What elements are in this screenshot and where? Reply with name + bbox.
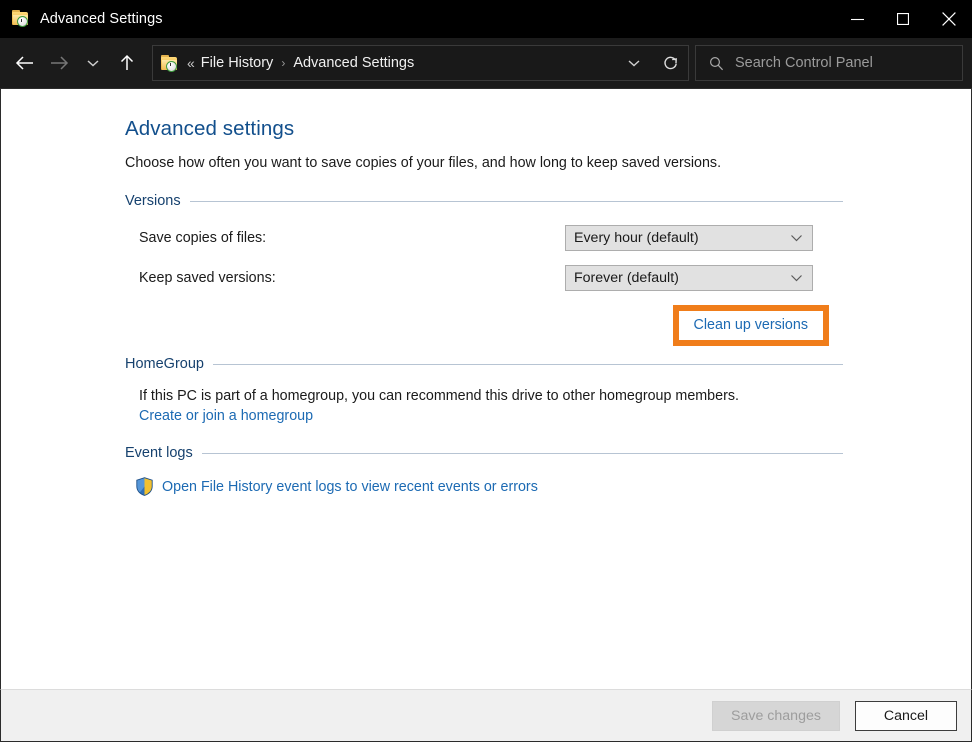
group-header-homegroup: HomeGroup — [125, 356, 843, 372]
back-button[interactable] — [8, 46, 42, 80]
group-label-versions: Versions — [125, 193, 181, 209]
breadcrumb-item-advanced-settings[interactable]: Advanced Settings — [293, 55, 414, 71]
group-rule — [201, 452, 843, 454]
maximize-button[interactable] — [880, 0, 926, 38]
setting-row-keep-saved-versions: Keep saved versions: Forever (default) — [125, 265, 829, 291]
up-button[interactable] — [110, 46, 144, 80]
advanced-settings-window: Advanced Settings « File History › Advan… — [0, 0, 972, 742]
window-title: Advanced Settings — [40, 11, 163, 27]
label-save-copies-of-files: Save copies of files: — [139, 230, 267, 246]
footer-button-bar: Save changes Cancel — [0, 689, 972, 742]
breadcrumb[interactable]: « File History › Advanced Settings — [152, 45, 689, 81]
cancel-button[interactable]: Cancel — [855, 700, 957, 731]
file-history-folder-icon — [160, 54, 178, 72]
setting-row-save-copies: Save copies of files: Every hour (defaul… — [125, 225, 829, 251]
breadcrumb-item-file-history[interactable]: File History — [201, 55, 274, 71]
open-file-history-event-logs-link[interactable]: Open File History event logs to view rec… — [162, 479, 538, 495]
chevron-down-icon[interactable] — [616, 46, 652, 80]
group-label-event-logs: Event logs — [125, 445, 193, 461]
group-header-event-logs: Event logs — [125, 445, 843, 461]
highlight-box-clean-up-versions: Clean up versions — [672, 305, 829, 346]
uac-shield-icon — [136, 477, 153, 496]
group-rule — [189, 200, 843, 202]
chevron-down-icon — [790, 234, 803, 243]
label-keep-saved-versions: Keep saved versions: — [139, 270, 276, 286]
address-bar: « File History › Advanced Settings Searc… — [0, 38, 972, 89]
search-input[interactable]: Search Control Panel — [695, 45, 963, 81]
chevron-right-icon[interactable]: › — [281, 56, 285, 70]
minimize-button[interactable] — [834, 0, 880, 38]
event-logs-row: Open File History event logs to view rec… — [125, 477, 971, 496]
file-history-folder-icon — [11, 10, 31, 28]
close-button[interactable] — [926, 0, 972, 38]
cleanup-versions-row: Clean up versions — [125, 305, 829, 346]
combo-keep-saved-versions[interactable]: Forever (default) — [565, 265, 813, 291]
page-title: Advanced settings — [125, 117, 295, 140]
group-header-versions: Versions — [125, 193, 843, 209]
homegroup-link-row: Create or join a homegroup — [125, 407, 971, 425]
page-description: Choose how often you want to save copies… — [125, 155, 722, 171]
combo-save-copies-of-files[interactable]: Every hour (default) — [565, 225, 813, 251]
search-placeholder: Search Control Panel — [735, 55, 873, 71]
homegroup-description: If this PC is part of a homegroup, you c… — [139, 388, 739, 404]
search-icon — [709, 56, 724, 71]
content-area: Advanced settings Choose how often you w… — [0, 89, 972, 689]
chevron-down-icon — [790, 274, 803, 283]
combo-value-keep-saved-versions: Forever (default) — [574, 270, 679, 286]
group-rule — [212, 363, 843, 365]
group-label-homegroup: HomeGroup — [125, 356, 204, 372]
window-controls — [834, 0, 972, 38]
save-changes-button[interactable]: Save changes — [712, 700, 840, 731]
combo-value-save-copies: Every hour (default) — [574, 230, 699, 246]
create-or-join-homegroup-link[interactable]: Create or join a homegroup — [139, 408, 313, 424]
forward-button[interactable] — [42, 46, 76, 80]
title-bar: Advanced Settings — [0, 0, 972, 38]
clean-up-versions-link[interactable]: Clean up versions — [694, 317, 808, 333]
recent-locations-button[interactable] — [76, 46, 110, 80]
refresh-icon[interactable] — [652, 46, 688, 80]
breadcrumb-overflow-icon[interactable]: « — [187, 55, 195, 71]
